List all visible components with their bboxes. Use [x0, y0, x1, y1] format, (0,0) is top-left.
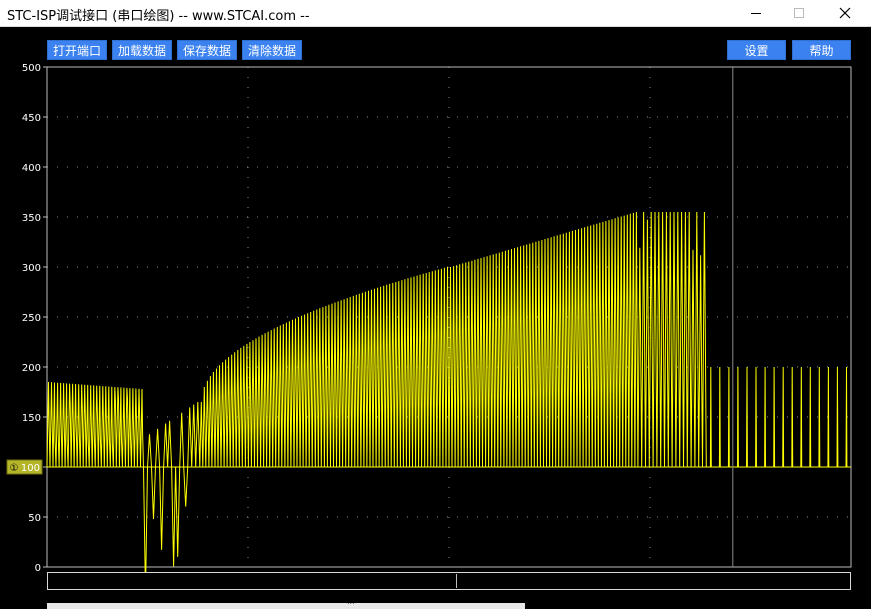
- plot-window: 打开端口 加载数据 保存数据 清除数据 设置 帮助 0 50 150 200 250 30…: [0, 27, 871, 609]
- title-bar: STC-ISP调试接口 (串口绘图) -- www.STCAI.com --: [0, 0, 871, 27]
- y-tick-label: 400: [22, 163, 41, 174]
- maximize-icon: [794, 8, 804, 18]
- status-bar: [47, 572, 851, 590]
- maximize-button[interactable]: [776, 0, 822, 26]
- minimize-icon: [751, 13, 761, 14]
- y-tick-label: 200: [22, 363, 41, 374]
- y-tick-label: 250: [22, 313, 41, 324]
- close-button[interactable]: [822, 0, 868, 26]
- y-tick-label: 50: [28, 513, 41, 524]
- bottom-strip: ...: [47, 597, 525, 609]
- close-icon: [839, 7, 851, 19]
- minimize-button[interactable]: [733, 0, 779, 26]
- y-tick-label: 500: [22, 63, 41, 74]
- y-tick-label: 350: [22, 213, 41, 224]
- y-tick-label: 300: [22, 263, 41, 274]
- status-divider: [456, 574, 457, 588]
- window-title: STC-ISP调试接口 (串口绘图) -- www.STCAI.com --: [7, 9, 310, 24]
- bottom-strip-text: ...: [347, 597, 355, 606]
- y-tick-label: 450: [22, 113, 41, 124]
- y-tick-label: 150: [22, 413, 41, 424]
- channel-1-marker-icon: ①: [10, 463, 19, 474]
- y-tick-label: 0: [35, 563, 41, 572]
- channel-marker-value: 100: [21, 463, 40, 474]
- waveform-plot[interactable]: 0 50 150 200 250 300 350 400 450 500 ① 100: [0, 27, 871, 572]
